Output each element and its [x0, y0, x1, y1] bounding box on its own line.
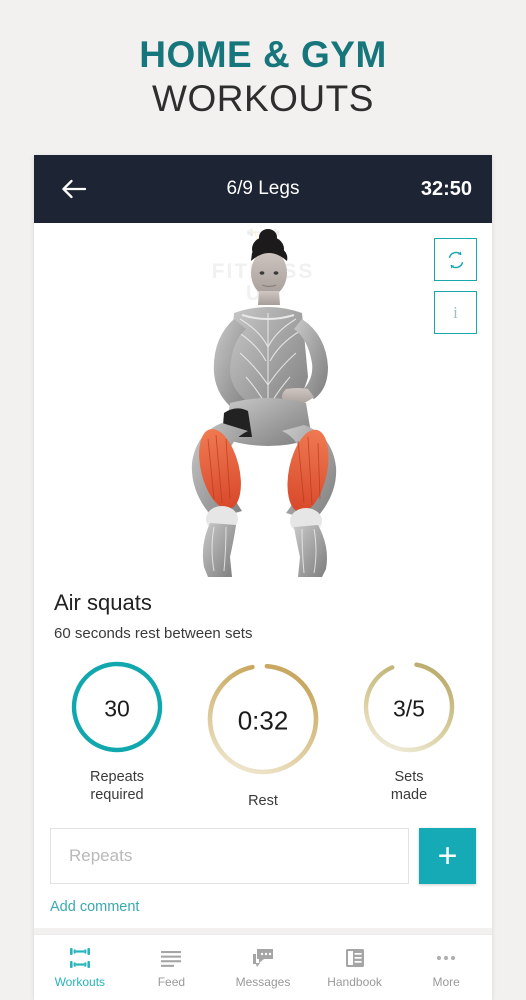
chat-bubbles-icon — [250, 946, 276, 970]
rest-label-line1: Rest — [248, 792, 278, 809]
nav-label-more: More — [432, 975, 460, 989]
swap-exercise-button[interactable] — [434, 238, 477, 281]
back-button[interactable] — [54, 169, 94, 209]
sets-value: 3/5 — [393, 695, 425, 722]
book-icon — [343, 946, 367, 970]
refresh-icon — [448, 250, 463, 269]
promo-title-line1: HOME & GYM — [139, 34, 387, 75]
repeats-ring: 30 — [68, 658, 166, 761]
nav-label-workouts: Workouts — [54, 975, 106, 989]
exercise-stats: 30 Repeats required 0:32 Rest 3/5 Sets m… — [34, 658, 492, 811]
illustration-side-buttons: i — [434, 238, 477, 334]
workout-timer: 32:50 — [420, 177, 472, 200]
nav-item-feed[interactable]: Feed — [126, 946, 218, 989]
rest-value: 0:32 — [237, 705, 289, 736]
exercise-figure — [34, 223, 492, 583]
promo-title-line2: WORKOUTS — [152, 78, 374, 120]
promo-header: HOME & GYM WORKOUTS — [0, 0, 526, 122]
rest-timer-stat: 0:32 Rest — [192, 658, 334, 811]
ellipsis-icon — [433, 946, 459, 970]
repeats-value: 30 — [104, 695, 130, 722]
repeats-label-line1: Repeats — [89, 768, 144, 785]
app-bar: 6/9 Legs 32:50 — [34, 155, 492, 223]
nav-item-handbook[interactable]: Handbook — [309, 946, 401, 989]
rest-ring: 0:32 — [202, 658, 324, 785]
comment-area: + Add comment — [34, 828, 492, 916]
arrow-left-icon — [62, 179, 87, 199]
repeats-required-stat: 30 Repeats required — [46, 658, 188, 805]
nav-label-messages: Messages — [235, 975, 291, 989]
add-repeats-button[interactable]: + — [419, 828, 476, 885]
nav-label-feed: Feed — [157, 975, 186, 989]
sets-ring: 3/5 — [360, 658, 458, 761]
exercise-title: Air squats — [54, 590, 152, 615]
sets-label-line2: made — [390, 787, 428, 804]
phone-screen: 6/9 Legs 32:50 🏋 FITNESS UA i — [34, 155, 492, 1000]
rest-label: Rest — [192, 792, 334, 811]
sets-label-line1: Sets — [394, 768, 424, 785]
repeats-label-line2: required — [90, 787, 144, 804]
exercise-info-button[interactable]: i — [434, 291, 477, 334]
exercise-subtitle: 60 seconds rest between sets — [54, 624, 253, 642]
repeats-entry-row: + — [50, 828, 476, 885]
add-comment-link[interactable]: Add comment — [50, 899, 139, 915]
dumbbell-icon — [67, 946, 93, 970]
exercise-illustration-area: 🏋 FITNESS UA i — [34, 223, 492, 583]
repeats-input[interactable] — [50, 828, 409, 885]
anatomy-squat-figure-icon — [191, 229, 336, 577]
exercise-info: Air squats 60 seconds rest between sets — [34, 583, 492, 642]
nav-label-handbook: Handbook — [327, 975, 382, 989]
bottom-navigation: Workouts Feed Messages Handbook More — [34, 934, 492, 1000]
nav-item-messages[interactable]: Messages — [217, 946, 309, 989]
nav-item-workouts[interactable]: Workouts — [34, 946, 126, 989]
list-lines-icon — [158, 946, 184, 970]
info-icon: i — [453, 302, 458, 322]
sets-label: Sets made — [338, 768, 480, 805]
repeats-label: Repeats required — [46, 768, 188, 805]
sets-made-stat: 3/5 Sets made — [338, 658, 480, 805]
nav-item-more[interactable]: More — [400, 946, 492, 989]
